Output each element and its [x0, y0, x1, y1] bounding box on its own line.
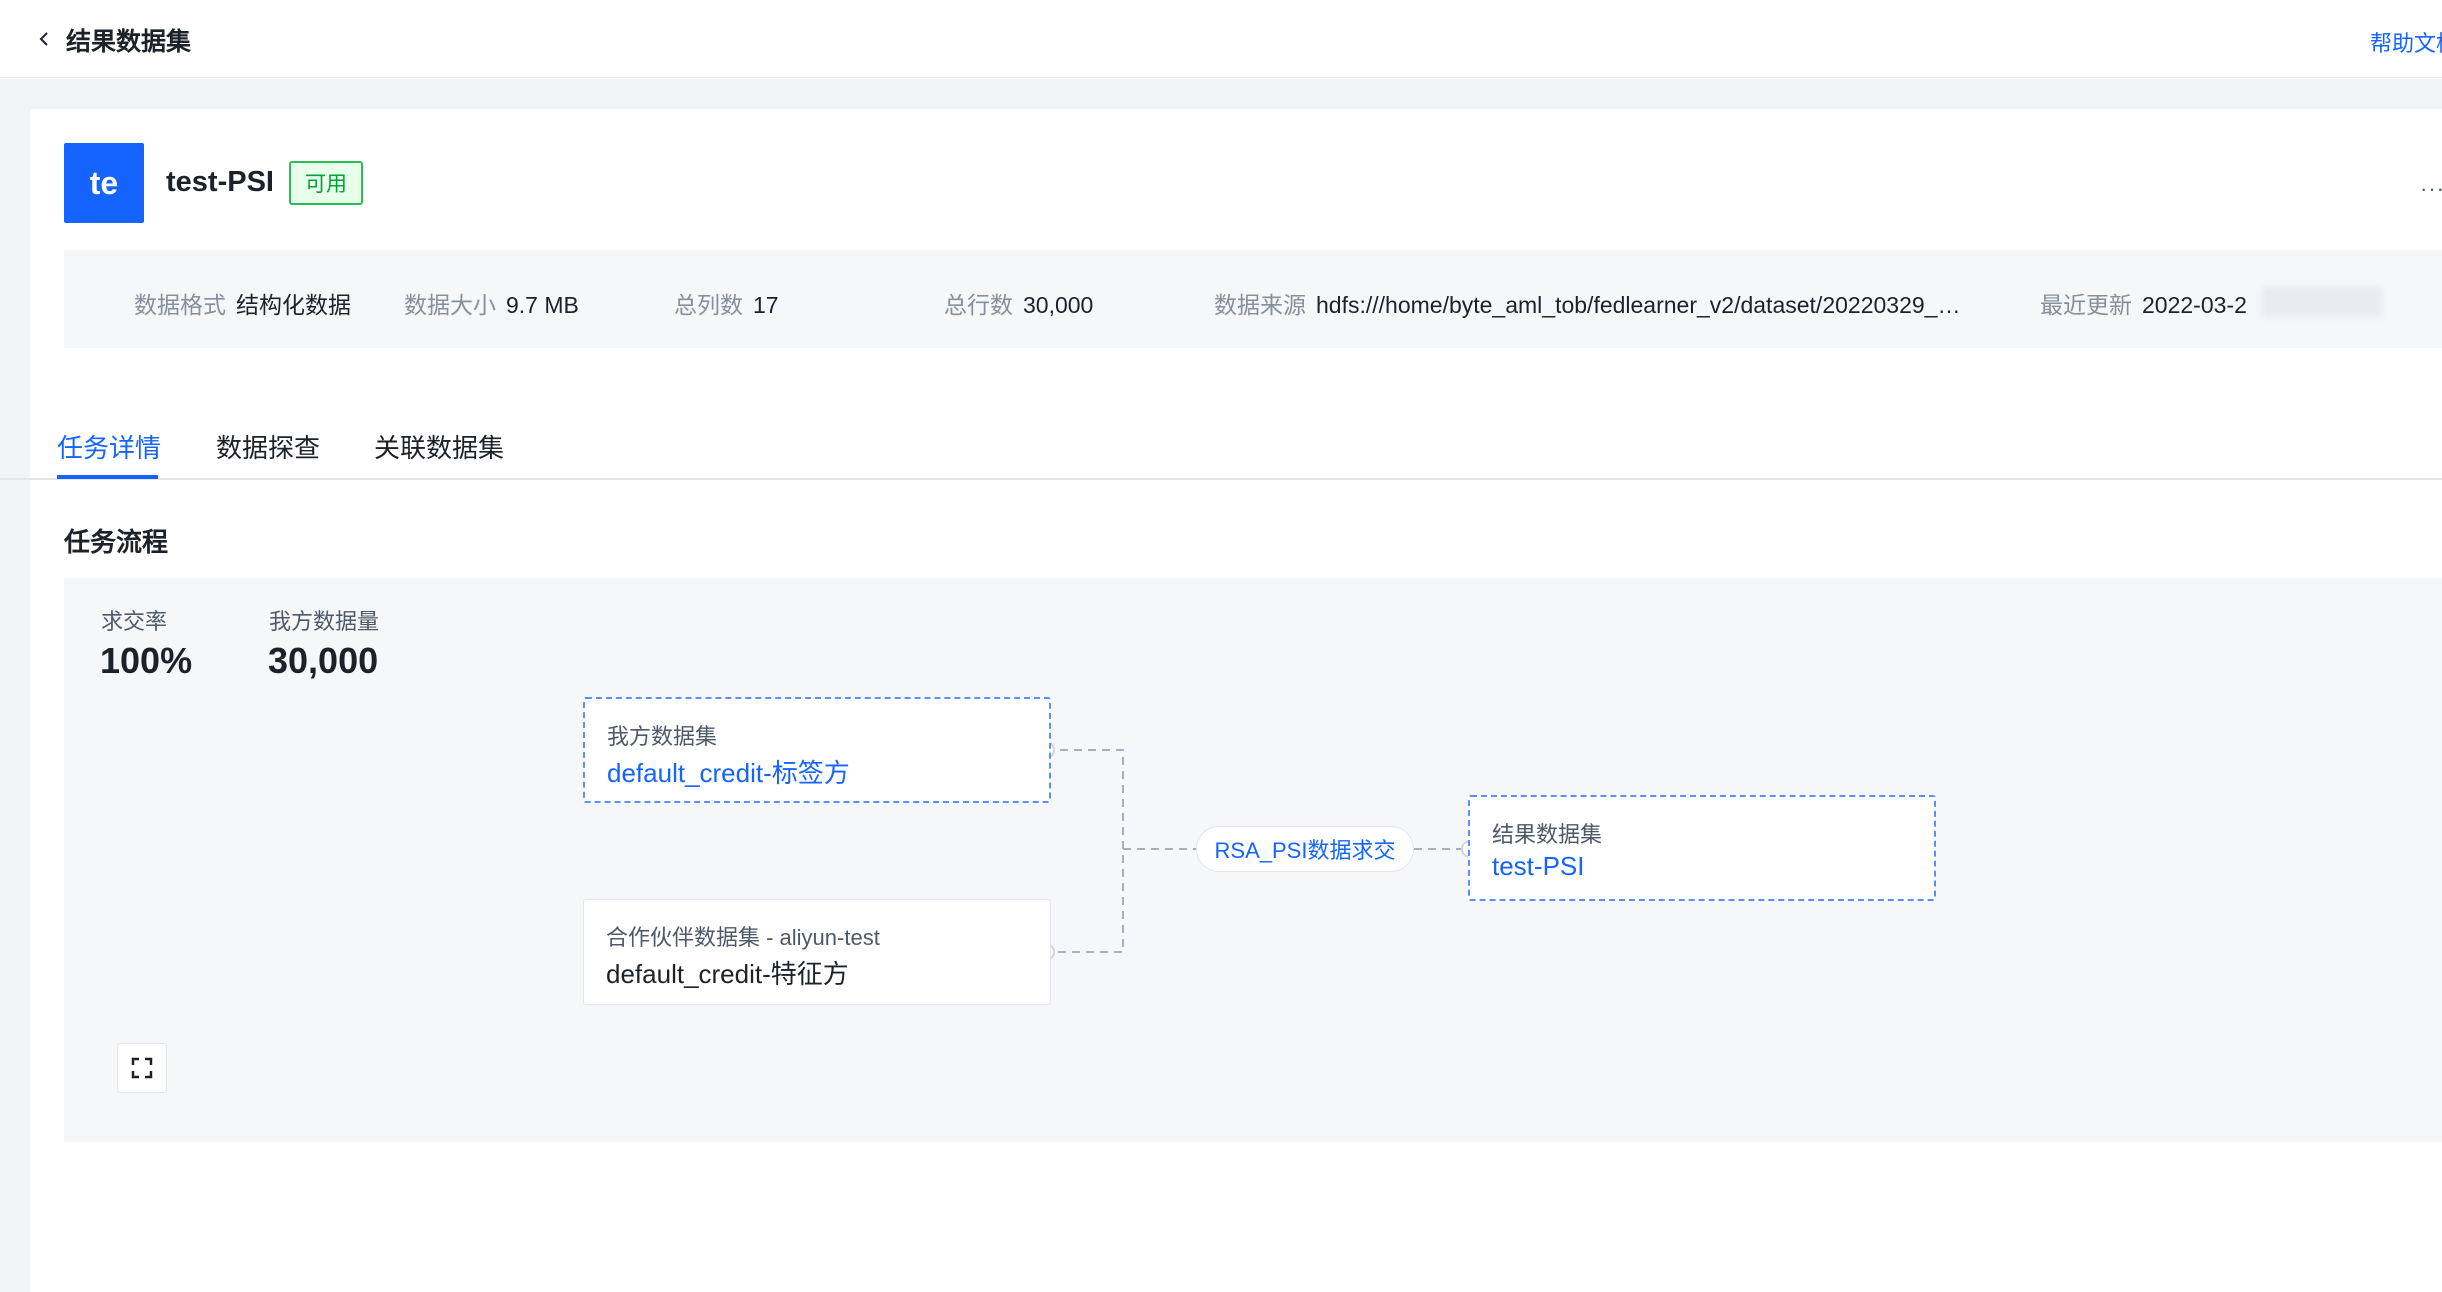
- stat-own-count-label: 我方数据量: [269, 609, 380, 634]
- info-label: 数据大小: [404, 292, 496, 318]
- node-own-dataset[interactable]: 我方数据集 default_credit-标签方: [583, 697, 1051, 803]
- stat-intersection-rate-label: 求交率: [101, 609, 168, 634]
- info-value: 9.7 MB: [506, 292, 579, 318]
- stat-intersection-rate-value: 100%: [100, 640, 193, 681]
- top-bar: [0, 0, 2442, 78]
- info-value: 2022-03-2: [2142, 292, 2247, 318]
- tab-data-exploration[interactable]: 数据探查: [216, 428, 320, 465]
- info-columns: 总列数 17: [674, 286, 779, 320]
- info-label: 总行数: [944, 292, 1013, 318]
- info-source: 数据来源 hdfs:///home/byte_aml_tob/fedlearner…: [1214, 286, 1960, 320]
- info-label: 数据格式: [134, 292, 226, 318]
- info-label: 最近更新: [2040, 292, 2132, 318]
- info-label: 数据来源: [1214, 292, 1306, 318]
- node-result-dataset-link[interactable]: test-PSI: [1492, 851, 1584, 882]
- operation-psi-pill[interactable]: RSA_PSI数据求交: [1196, 826, 1414, 872]
- info-value: 30,000: [1023, 292, 1094, 318]
- node-own-dataset-label: 我方数据集: [607, 724, 718, 749]
- status-badge: 可用: [289, 161, 363, 205]
- tab-active-indicator: [57, 475, 158, 479]
- tab-bar: [0, 420, 2442, 480]
- node-own-dataset-link[interactable]: default_credit-标签方: [607, 753, 850, 790]
- dataset-name: test-PSI: [166, 166, 274, 198]
- info-size: 数据大小 9.7 MB: [404, 286, 579, 320]
- node-partner-dataset[interactable]: 合作伙伴数据集 - aliyun-test default_credit-特征方: [583, 899, 1051, 1005]
- fullscreen-icon: [131, 1057, 153, 1079]
- page-title: 结果数据集: [66, 28, 192, 56]
- info-value: 17: [753, 292, 779, 318]
- info-label: 总列数: [674, 292, 743, 318]
- info-value: 结构化数据: [236, 292, 351, 318]
- more-icon[interactable]: ···: [2420, 176, 2442, 202]
- section-title: 任务流程: [64, 527, 169, 557]
- node-partner-dataset-label: 合作伙伴数据集 - aliyun-test: [606, 925, 880, 950]
- info-format: 数据格式 结构化数据: [134, 286, 351, 320]
- stat-own-count-value: 30,000: [268, 640, 379, 681]
- node-partner-dataset-title: default_credit-特征方: [606, 959, 849, 989]
- chevron-left-icon[interactable]: [34, 28, 56, 50]
- node-result-dataset[interactable]: 结果数据集 test-PSI: [1468, 795, 1936, 901]
- node-result-dataset-label: 结果数据集: [1492, 822, 1603, 847]
- redacted-area: [2262, 287, 2382, 317]
- tab-related-datasets[interactable]: 关联数据集: [374, 428, 504, 465]
- fullscreen-button[interactable]: [117, 1043, 167, 1093]
- info-rows: 总行数 30,000: [944, 286, 1093, 320]
- help-docs-link[interactable]: 帮助文档: [2370, 26, 2442, 58]
- info-value: hdfs:///home/byte_aml_tob/fedlearner_v2/…: [1316, 292, 1961, 318]
- tab-task-details[interactable]: 任务详情: [57, 428, 161, 465]
- info-updated: 最近更新 2022-03-2: [2040, 286, 2247, 320]
- dataset-avatar: te: [64, 143, 144, 223]
